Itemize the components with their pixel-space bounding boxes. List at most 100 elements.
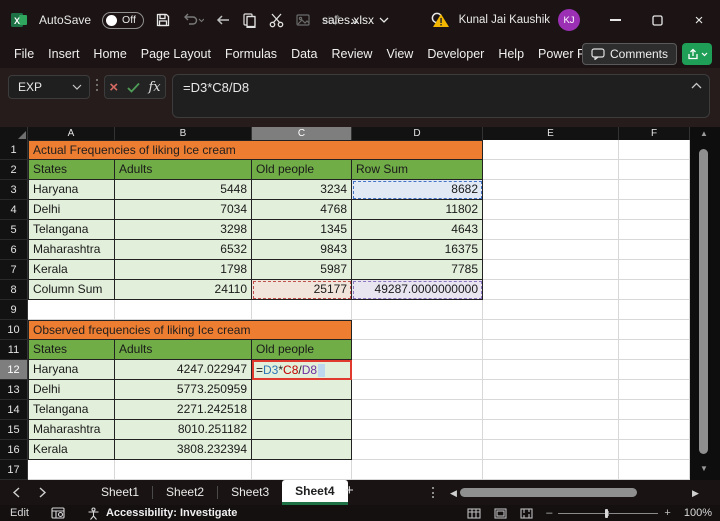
cell-E11[interactable] <box>483 340 619 360</box>
save-icon[interactable] <box>155 12 171 28</box>
hscroll-right-icon[interactable]: ▶ <box>692 488 699 499</box>
copy-icon[interactable] <box>242 12 258 28</box>
tab-overflow-icon[interactable] <box>432 487 434 498</box>
zoom-in-icon[interactable]: + <box>664 507 670 519</box>
cell-A2[interactable]: States <box>28 160 115 180</box>
cell-A9[interactable] <box>28 300 115 320</box>
row-header-2[interactable]: 2 <box>0 160 28 180</box>
tab-formulas[interactable]: Formulas <box>225 47 277 61</box>
user-name[interactable]: Kunal Jai Kaushik <box>459 14 550 26</box>
row-header-13[interactable]: 13 <box>0 380 28 400</box>
cell-E15[interactable] <box>483 420 619 440</box>
cell-C5[interactable]: 1345 <box>252 220 352 240</box>
row-header-8[interactable]: 8 <box>0 280 28 300</box>
cell-A14[interactable]: Telangana <box>28 400 115 420</box>
row-header-6[interactable]: 6 <box>0 240 28 260</box>
horizontal-scroll-thumb[interactable] <box>460 488 637 497</box>
column-header-B[interactable]: B <box>115 127 252 140</box>
cell-E17[interactable] <box>483 460 619 480</box>
cell-B13[interactable]: 5773.250959 <box>115 380 252 400</box>
cell-C2[interactable]: Old people <box>252 160 352 180</box>
cell-D3[interactable]: 8682 <box>352 180 483 200</box>
row-header-10[interactable]: 10 <box>0 320 28 340</box>
row-header-12[interactable]: 12 <box>0 360 28 380</box>
minimize-button[interactable] <box>594 0 636 40</box>
tab-review[interactable]: Review <box>331 47 372 61</box>
cancel-icon[interactable]: × <box>109 80 118 95</box>
cell-D14[interactable] <box>352 400 483 420</box>
tab-developer[interactable]: Developer <box>427 47 484 61</box>
cell-E4[interactable] <box>483 200 619 220</box>
cut-icon[interactable] <box>269 12 284 28</box>
sheet-tab-sheet1[interactable]: Sheet1 <box>88 480 152 505</box>
cell-E3[interactable] <box>483 180 619 200</box>
cell-E9[interactable] <box>483 300 619 320</box>
prev-sheet-icon[interactable] <box>12 487 21 498</box>
row-header-15[interactable]: 15 <box>0 420 28 440</box>
cell-D7[interactable]: 7785 <box>352 260 483 280</box>
add-sheet-button[interactable]: + <box>345 482 354 499</box>
cell-C11[interactable]: Old people <box>252 340 352 360</box>
row-header-17[interactable]: 17 <box>0 460 28 480</box>
zoom-knob[interactable] <box>605 508 609 518</box>
collapse-formula-bar-icon[interactable] <box>691 82 702 89</box>
cell-D6[interactable]: 16375 <box>352 240 483 260</box>
hscroll-left-icon[interactable]: ◀ <box>450 488 457 499</box>
cell-A5[interactable]: Telangana <box>28 220 115 240</box>
row-header-5[interactable]: 5 <box>0 220 28 240</box>
cell-D2[interactable]: Row Sum <box>352 160 483 180</box>
normal-view-icon[interactable] <box>467 507 481 519</box>
cell-B11[interactable]: Adults <box>115 340 252 360</box>
sheet-tab-sheet4-active[interactable]: Sheet4 <box>282 480 348 505</box>
cell-B4[interactable]: 7034 <box>115 200 252 220</box>
comments-button[interactable]: Comments <box>581 43 677 65</box>
cell-B3[interactable]: 5448 <box>115 180 252 200</box>
next-sheet-icon[interactable] <box>38 487 47 498</box>
row-header-4[interactable]: 4 <box>0 200 28 220</box>
cell-D12[interactable] <box>352 360 483 380</box>
cell-F3[interactable] <box>619 180 690 200</box>
cell-F13[interactable] <box>619 380 690 400</box>
cell-C8[interactable]: 25177 <box>252 280 352 300</box>
cell-F9[interactable] <box>619 300 690 320</box>
cell-F1[interactable] <box>619 140 690 160</box>
vertical-scroll-thumb[interactable] <box>699 149 708 454</box>
cell-F12[interactable] <box>619 360 690 380</box>
column-header-A[interactable]: A <box>28 127 115 140</box>
tab-insert[interactable]: Insert <box>48 47 79 61</box>
cell-F7[interactable] <box>619 260 690 280</box>
cell-C9[interactable] <box>252 300 352 320</box>
avatar[interactable]: KJ <box>558 9 580 31</box>
maximize-button[interactable] <box>636 0 678 40</box>
tab-help[interactable]: Help <box>498 47 524 61</box>
cell-A17[interactable] <box>28 460 115 480</box>
autosave-toggle[interactable]: Off <box>102 11 144 29</box>
sheet-tab-sheet3[interactable]: Sheet3 <box>218 480 282 505</box>
close-button[interactable]: × <box>678 0 720 40</box>
cell-E2[interactable] <box>483 160 619 180</box>
cell-F10[interactable] <box>619 320 690 340</box>
enter-check-icon[interactable] <box>127 82 140 93</box>
cell-A15[interactable]: Maharashtra <box>28 420 115 440</box>
cell-A4[interactable]: Delhi <box>28 200 115 220</box>
row-header-9[interactable]: 9 <box>0 300 28 320</box>
row-header-7[interactable]: 7 <box>0 260 28 280</box>
cell-D16[interactable] <box>352 440 483 460</box>
column-header-D[interactable]: D <box>352 127 483 140</box>
document-title[interactable]: sales.xlsx <box>322 0 389 40</box>
cell-B2[interactable]: Adults <box>115 160 252 180</box>
cell-A13[interactable]: Delhi <box>28 380 115 400</box>
cell-A8[interactable]: Column Sum <box>28 280 115 300</box>
cell-F16[interactable] <box>619 440 690 460</box>
cell-F5[interactable] <box>619 220 690 240</box>
tab-view[interactable]: View <box>386 47 413 61</box>
cell-E10[interactable] <box>483 320 619 340</box>
cell-A16[interactable]: Kerala <box>28 440 115 460</box>
cell-B9[interactable] <box>115 300 252 320</box>
tab-home[interactable]: Home <box>93 47 126 61</box>
cell-D9[interactable] <box>352 300 483 320</box>
insert-function-icon[interactable]: fx <box>148 80 160 95</box>
cell-A11[interactable]: States <box>28 340 115 360</box>
cell-A3[interactable]: Haryana <box>28 180 115 200</box>
row-header-16[interactable]: 16 <box>0 440 28 460</box>
